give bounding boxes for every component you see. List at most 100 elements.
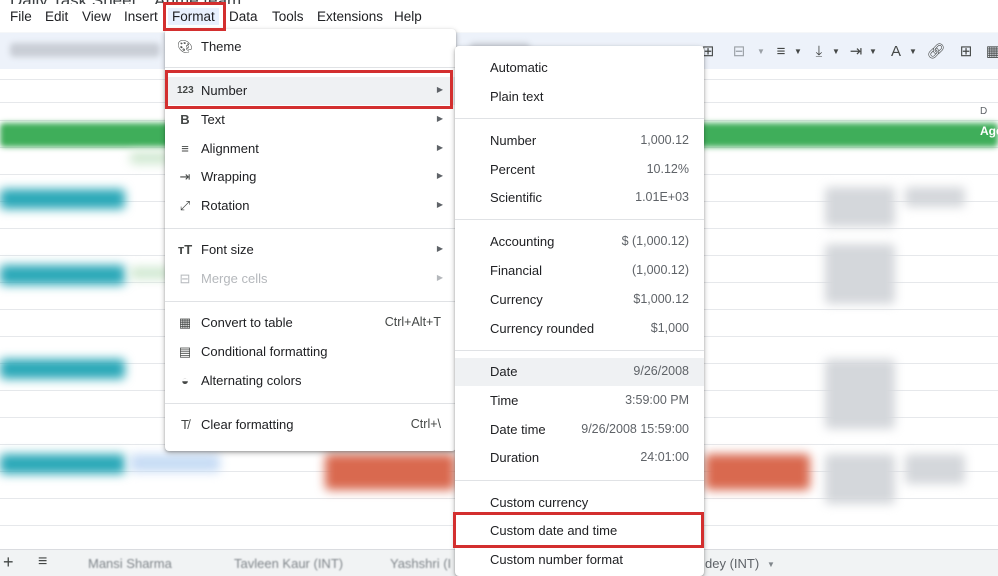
number-123-icon: 123 [177, 85, 194, 96]
format-example: 10.12% [646, 162, 689, 176]
chart-icon[interactable]: ▦ [982, 41, 998, 63]
column-header-d[interactable]: D [980, 106, 987, 117]
format-example: $1,000 [650, 321, 689, 335]
number-item-percent[interactable]: Percent 10.12% [455, 156, 704, 184]
merge-cells-icon: ⊟ [179, 271, 191, 286]
menu-view[interactable]: View [78, 8, 115, 25]
toolbar-blurred-left [10, 43, 160, 57]
menu-item-clear-formatting[interactable]: T̸ Clear formatting Ctrl+\ [165, 411, 456, 439]
row-teal-3 [0, 359, 125, 379]
menu-edit[interactable]: Edit [41, 8, 72, 25]
format-example: 3:59:00 PM [625, 393, 689, 407]
font-size-icon: тT [177, 242, 193, 257]
align-icon: ≡ [181, 141, 189, 156]
menu-item-label: Accounting [490, 234, 555, 249]
row-teal-4 [0, 454, 125, 474]
number-item-accounting[interactable]: Accounting $ (1,000.12) [455, 228, 704, 256]
text-wrap-dropdown-icon[interactable]: ▼ [862, 41, 884, 63]
submenu-arrow-icon: ▶ [436, 200, 443, 209]
submenu-arrow-icon: ▶ [436, 85, 443, 94]
chip-green-1 [130, 152, 170, 164]
menu-item-alternating-colors[interactable]: ◒ Alternating colors [165, 367, 456, 395]
number-format-submenu: Automatic Plain text Number 1,000.12 Per… [455, 46, 704, 576]
number-item-number[interactable]: Number 1,000.12 [455, 127, 704, 155]
menu-item-label: Percent [490, 162, 535, 177]
menu-item-label: Currency rounded [490, 321, 595, 336]
menu-item-label: Time [490, 393, 519, 408]
menu-tools[interactable]: Tools [268, 8, 308, 25]
menu-item-label: Alignment [201, 141, 259, 156]
menu-item-label: Clear formatting [201, 417, 294, 432]
format-example: $1,000.12 [633, 292, 689, 306]
menu-item-label: Convert to table [201, 315, 293, 330]
number-item-custom-date-and-time[interactable]: Custom date and time [455, 517, 704, 545]
number-item-date[interactable]: Date 9/26/2008 [455, 358, 704, 386]
menu-item-label: Custom currency [490, 495, 589, 510]
number-item-date-time[interactable]: Date time 9/26/2008 15:59:00 [455, 416, 704, 444]
merge-icon[interactable]: ⊟ [728, 41, 750, 63]
number-item-currency[interactable]: Currency $1,000.12 [455, 286, 704, 314]
rotation-icon: ⤢ [179, 198, 191, 213]
header-cell-age: Age [980, 124, 998, 138]
number-item-automatic[interactable]: Automatic [455, 54, 704, 82]
number-item-currency-rounded[interactable]: Currency rounded $1,000 [455, 315, 704, 343]
menu-data[interactable]: Data [225, 8, 262, 25]
menu-extensions[interactable]: Extensions [313, 8, 387, 25]
submenu-arrow-icon: ▶ [436, 273, 443, 282]
row-blue-cell [130, 454, 220, 472]
menu-file[interactable]: File [6, 8, 36, 25]
menu-item-label: Number [490, 133, 537, 148]
menu-item-font-size[interactable]: тT Font size ▶ [165, 236, 456, 264]
menu-item-alignment[interactable]: ≡ Alignment ▶ [165, 135, 456, 163]
menu-item-rotation[interactable]: ⤢ Rotation ▶ [165, 192, 456, 220]
menu-item-label: Automatic [490, 60, 548, 75]
menu-item-wrapping[interactable]: ⇥ Wrapping ▶ [165, 163, 456, 191]
align-vertical-dropdown-icon[interactable]: ▼ [825, 41, 847, 63]
menu-item-merge-cells[interactable]: ⊟ Merge cells ▶ [165, 265, 456, 293]
merge-dropdown-icon[interactable]: ▼ [750, 41, 772, 63]
menu-item-theme[interactable]: 🎨︎ Theme [165, 33, 456, 61]
number-item-financial[interactable]: Financial (1,000.12) [455, 257, 704, 285]
cell-gray-2 [905, 187, 965, 207]
number-item-scientific[interactable]: Scientific 1.01E+03 [455, 184, 704, 212]
menu-insert[interactable]: Insert [120, 8, 162, 25]
number-item-duration[interactable]: Duration 24:01:00 [455, 444, 704, 472]
row-orange-left [325, 454, 455, 490]
format-example: 1,000.12 [640, 133, 689, 147]
text-color-dropdown-icon[interactable]: ▼ [902, 41, 924, 63]
add-sheet-icon[interactable]: + [3, 552, 14, 573]
number-item-custom-number-format[interactable]: Custom number format [455, 546, 704, 574]
comment-icon[interactable]: ⊞ [955, 41, 977, 63]
format-example: 9/26/2008 15:59:00 [581, 422, 689, 436]
sheet-tab-dey[interactable]: dey (INT) [705, 556, 759, 571]
link-icon[interactable]: 🔗︎ [925, 41, 947, 63]
menu-item-number[interactable]: 123 Number ▶ [165, 77, 456, 105]
menu-item-conditional-formatting[interactable]: ▤ Conditional formatting [165, 338, 456, 366]
number-item-plain-text[interactable]: Plain text [455, 83, 704, 111]
menu-item-label: Conditional formatting [201, 344, 328, 359]
sheet-tab-dropdown-icon[interactable]: ▼ [767, 560, 775, 569]
sheet-tab-tavleen[interactable]: Tavleen Kaur (INT) [234, 556, 343, 571]
row-teal-2 [0, 265, 125, 285]
menu-item-label: Date [490, 364, 518, 379]
menu-item-label: Currency [490, 292, 543, 307]
number-item-time[interactable]: Time 3:59:00 PM [455, 387, 704, 415]
cell-gray-5 [825, 454, 895, 504]
number-item-custom-currency[interactable]: Custom currency [455, 489, 704, 517]
menu-item-label: Wrapping [201, 169, 257, 184]
menu-format[interactable]: Format [168, 8, 219, 25]
all-sheets-icon[interactable]: ≡ [38, 553, 47, 571]
sheet-tab-yashshri[interactable]: Yashshri (I [390, 556, 451, 571]
table-icon: ▦ [178, 315, 192, 330]
format-example: 1.01E+03 [635, 190, 689, 204]
sheet-tab-mansi[interactable]: Mansi Sharma [88, 556, 172, 571]
menu-item-label: Alternating colors [201, 373, 302, 388]
wrap-icon: ⇥ [179, 169, 191, 184]
align-horizontal-dropdown-icon[interactable]: ▼ [787, 41, 809, 63]
menu-item-convert-to-table[interactable]: ▦ Convert to table Ctrl+Alt+T [165, 309, 456, 337]
shortcut-label: Ctrl+Alt+T [384, 315, 441, 329]
palette-icon: 🎨︎ [177, 39, 194, 54]
bold-icon: B [180, 112, 190, 127]
menu-help[interactable]: Help [390, 8, 426, 25]
menu-item-text[interactable]: B Text ▶ [165, 106, 456, 134]
